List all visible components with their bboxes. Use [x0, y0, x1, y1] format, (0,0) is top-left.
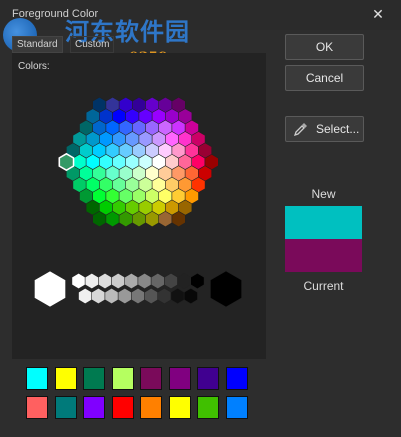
cancel-button[interactable]: Cancel	[285, 65, 364, 91]
gray-hex[interactable]	[71, 272, 86, 290]
custom-color-swatch[interactable]	[225, 396, 248, 419]
custom-color-swatch[interactable]	[111, 367, 134, 390]
gray-hex[interactable]	[91, 287, 106, 305]
gray-hex[interactable]	[137, 272, 152, 290]
custom-color-swatch[interactable]	[54, 396, 77, 419]
gray-hex[interactable]	[150, 272, 165, 290]
select-button[interactable]: Select...	[285, 116, 364, 142]
colors-label: Colors:	[18, 61, 50, 72]
custom-color-swatch[interactable]	[197, 396, 219, 419]
gray-hex[interactable]	[78, 287, 93, 305]
gray-hex[interactable]	[131, 287, 145, 305]
title-bar: Foreground Color ✕	[0, 0, 401, 30]
current-color-preview	[285, 239, 362, 272]
current-label: Current	[303, 279, 344, 293]
new-label: New	[311, 187, 336, 201]
select-button-label: Select...	[316, 122, 360, 136]
custom-color-swatch[interactable]	[26, 396, 48, 419]
custom-color-swatch[interactable]	[83, 396, 105, 419]
gray-hex[interactable]	[144, 287, 159, 305]
gray-hex[interactable]	[183, 287, 198, 305]
white-hex[interactable]	[34, 270, 66, 308]
custom-color-swatch[interactable]	[197, 367, 219, 390]
custom-color-swatch[interactable]	[225, 367, 248, 390]
gray-hex[interactable]	[177, 272, 192, 290]
hexagon-color-grid[interactable]	[12, 53, 266, 359]
custom-color-swatch[interactable]	[54, 367, 77, 390]
custom-color-swatch[interactable]	[26, 367, 48, 390]
gray-hex[interactable]	[84, 272, 99, 290]
gray-hex[interactable]	[124, 272, 139, 290]
custom-color-swatch[interactable]	[168, 367, 191, 390]
tab-standard[interactable]: Standard	[12, 36, 63, 53]
gray-hex[interactable]	[190, 272, 205, 290]
custom-color-swatch[interactable]	[140, 396, 162, 419]
close-button[interactable]: ✕	[369, 5, 387, 23]
custom-color-swatch[interactable]	[168, 396, 191, 419]
gray-hex[interactable]	[164, 272, 178, 290]
custom-color-swatch[interactable]	[140, 367, 162, 390]
gray-hex[interactable]	[170, 287, 185, 305]
custom-color-swatch[interactable]	[111, 396, 134, 419]
gray-hex[interactable]	[104, 287, 119, 305]
new-color-preview	[285, 206, 362, 239]
window-title: Foreground Color	[12, 8, 99, 20]
gray-hex[interactable]	[117, 287, 132, 305]
tab-custom[interactable]: Custom	[70, 36, 115, 53]
ok-button[interactable]: OK	[285, 34, 364, 60]
gray-hex[interactable]	[98, 272, 112, 290]
gray-hex[interactable]	[157, 287, 172, 305]
custom-color-swatch[interactable]	[83, 367, 105, 390]
color-palette-panel	[12, 53, 266, 359]
black-hex[interactable]	[210, 270, 242, 308]
gray-hex[interactable]	[111, 272, 126, 290]
eyedropper-icon	[294, 123, 307, 136]
